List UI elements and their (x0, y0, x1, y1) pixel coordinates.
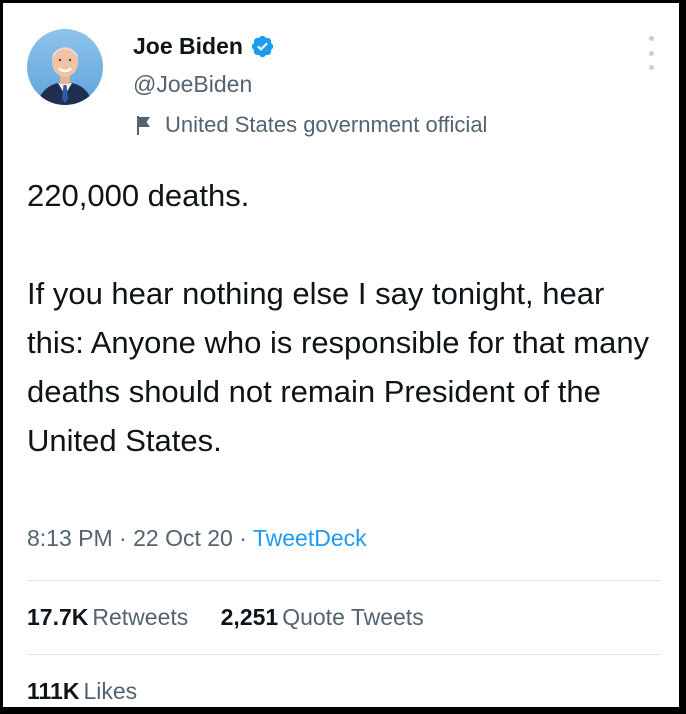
divider (27, 654, 661, 655)
more-icon-dot (648, 50, 654, 56)
tweet-metadata: 8:13 PM · 22 Oct 20 · TweetDeck (27, 523, 367, 553)
author-name[interactable]: Joe Biden (133, 32, 243, 60)
tweet-paragraph-2: If you hear nothing else I say tonight, … (27, 276, 650, 458)
more-icon-dot (648, 36, 654, 41)
likes-label: Likes (83, 678, 138, 704)
tweet-text: 220,000 deaths. If you hear nothing else… (27, 171, 667, 465)
flag-icon (133, 114, 155, 136)
quote-tweets-stat[interactable]: 2,251 Quote Tweets (221, 602, 424, 632)
government-label: United States government official (133, 111, 487, 139)
more-icon-dot (648, 65, 654, 70)
tweet-source-link[interactable]: TweetDeck (253, 525, 367, 551)
quote-tweets-count: 2,251 (220, 604, 279, 630)
retweets-stat[interactable]: 17.7K Retweets (27, 602, 188, 632)
likes-stats: 111K Likes (27, 676, 137, 706)
tweet-time[interactable]: 8:13 PM (27, 525, 113, 551)
divider (27, 580, 661, 581)
meta-separator: · (232, 525, 253, 551)
author-handle[interactable]: @JoeBiden (133, 70, 252, 98)
quote-tweets-label: Quote Tweets (282, 604, 424, 630)
government-label-text: United States government official (165, 112, 488, 137)
avatar[interactable] (27, 29, 103, 105)
retweets-count: 17.7K (27, 604, 89, 630)
likes-count: 111K (27, 678, 80, 704)
meta-separator: · (112, 525, 134, 551)
engagement-stats: 17.7K Retweets 2,251 Quote Tweets (27, 602, 424, 632)
tweet-paragraph-1: 220,000 deaths. (27, 178, 250, 213)
author-name-row[interactable]: Joe Biden (133, 32, 275, 60)
verified-badge-icon (250, 34, 275, 59)
tweet-date[interactable]: 22 Oct 20 (133, 525, 233, 551)
retweets-label: Retweets (92, 604, 189, 630)
tweet-card: Joe Biden @JoeBiden United States govern… (3, 3, 679, 707)
more-options-button[interactable] (639, 36, 663, 70)
likes-stat[interactable]: 111K Likes (27, 676, 137, 706)
